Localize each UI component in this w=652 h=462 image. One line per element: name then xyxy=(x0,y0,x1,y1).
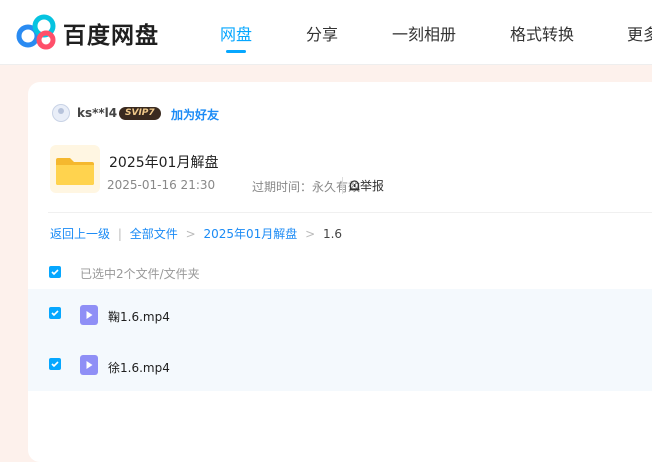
selection-status-text: 已选中2个文件/文件夹 xyxy=(80,267,200,281)
video-file-icon xyxy=(80,355,98,375)
vip-badge: SVIP7 xyxy=(119,107,161,120)
report-icon xyxy=(349,180,360,191)
share-datetime: 2025-01-16 21:30 xyxy=(107,178,216,192)
report-label: 举报 xyxy=(360,179,385,193)
brand-name[interactable]: 百度网盘 xyxy=(63,16,159,50)
select-all-checkbox[interactable] xyxy=(49,266,61,278)
breadcrumb-all-files-link[interactable]: 全部文件 xyxy=(130,227,178,241)
file-name[interactable]: 徐1.6.mp4 xyxy=(108,359,170,376)
breadcrumb-current: 1.6 xyxy=(322,227,343,241)
file-name[interactable]: 鞠1.6.mp4 xyxy=(108,308,170,325)
share-title: 2025年01月解盘 xyxy=(109,155,219,171)
report-button[interactable]: 举报 xyxy=(342,177,384,194)
nav-tab-album[interactable]: 一刻相册 xyxy=(392,21,456,45)
breadcrumb: 返回上一级 | 全部文件 > 2025年01月解盘 > 1.6 xyxy=(50,225,342,242)
breadcrumb-folder-link[interactable]: 2025年01月解盘 xyxy=(203,227,297,241)
top-navigation-bar: 百度网盘 网盘 分享 一刻相册 格式转换 更多 xyxy=(0,0,652,65)
avatar[interactable] xyxy=(52,104,70,122)
nav-tab-netdisk[interactable]: 网盘 xyxy=(220,21,252,45)
breadcrumb-divider: | xyxy=(117,227,122,241)
check-icon xyxy=(51,269,59,276)
nav-tab-more[interactable]: 更多 xyxy=(627,21,652,45)
check-icon xyxy=(51,310,59,317)
file-checkbox[interactable] xyxy=(49,358,61,370)
section-divider xyxy=(48,212,652,213)
video-file-icon xyxy=(80,305,98,325)
nav-tab-format-convert[interactable]: 格式转换 xyxy=(510,21,574,45)
add-friend-link[interactable]: 加为好友 xyxy=(171,106,219,123)
share-folder-thumbnail xyxy=(50,145,100,193)
active-tab-indicator xyxy=(226,50,246,53)
folder-icon xyxy=(56,158,94,185)
sharer-username[interactable]: ks**l4 xyxy=(77,106,117,120)
breadcrumb-back-link[interactable]: 返回上一级 xyxy=(50,227,110,241)
nav-tab-share[interactable]: 分享 xyxy=(306,21,338,45)
breadcrumb-arrow: > xyxy=(185,227,196,241)
file-checkbox[interactable] xyxy=(49,307,61,319)
baidu-netdisk-logo-icon[interactable] xyxy=(16,14,58,50)
breadcrumb-arrow: > xyxy=(305,227,316,241)
check-icon xyxy=(51,361,59,368)
